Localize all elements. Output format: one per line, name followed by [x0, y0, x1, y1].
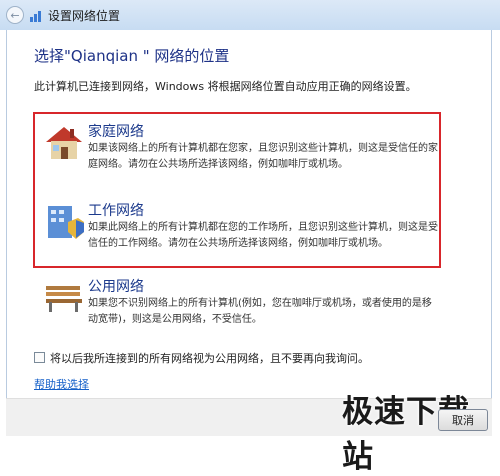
- watermark-text: 极速下载站: [342, 394, 470, 475]
- page-title: 选择"Qianqian " 网络的位置: [34, 47, 230, 65]
- house-icon: [46, 127, 82, 159]
- option-description: 如果该网络上的所有计算机都在您家，且您识别这些计算机，则这是受信任的家庭网络。请…: [88, 143, 438, 170]
- option-description: 如果此网络上的所有计算机都在您的工作场所，且您识别这些计算机，则这是受信任的工作…: [88, 222, 438, 249]
- home-network-option[interactable]: 家庭网络 如果该网络上的所有计算机都在您家，且您识别这些计算机，则这是受信任的家…: [44, 121, 444, 173]
- option-description: 如果您不识别网络上的所有计算机(例如，您在咖啡厅或机场，或者使用的是移动宽带)，…: [88, 298, 432, 325]
- intro-text: 此计算机已连接到网络，Windows 将根据网络位置自动应用正确的网络设置。: [34, 80, 417, 93]
- cancel-button[interactable]: 取消: [438, 409, 488, 431]
- help-me-choose-link[interactable]: 帮助我选择: [34, 376, 89, 392]
- office-building-icon: [48, 206, 84, 239]
- window-title: 设置网络位置: [48, 9, 121, 23]
- treat-all-public-checkbox[interactable]: [34, 352, 45, 363]
- park-bench-icon: [46, 286, 82, 312]
- option-title: 公用网络: [88, 279, 144, 295]
- back-arrow-icon[interactable]: ←: [6, 6, 24, 24]
- title-bar: ← 设置网络位置: [0, 0, 500, 30]
- work-network-option[interactable]: 工作网络 如果此网络上的所有计算机都在您的工作场所，且您识别这些计算机，则这是受…: [44, 200, 444, 252]
- network-icon: [30, 11, 41, 22]
- checkbox-label: 将以后我所连接到的所有网络视为公用网络，且不要再向我询问。: [50, 352, 369, 365]
- option-title: 工作网络: [88, 203, 144, 219]
- option-title: 家庭网络: [88, 124, 144, 140]
- public-network-option[interactable]: 公用网络 如果您不识别网络上的所有计算机(例如，您在咖啡厅或机场，或者使用的是移…: [44, 276, 444, 328]
